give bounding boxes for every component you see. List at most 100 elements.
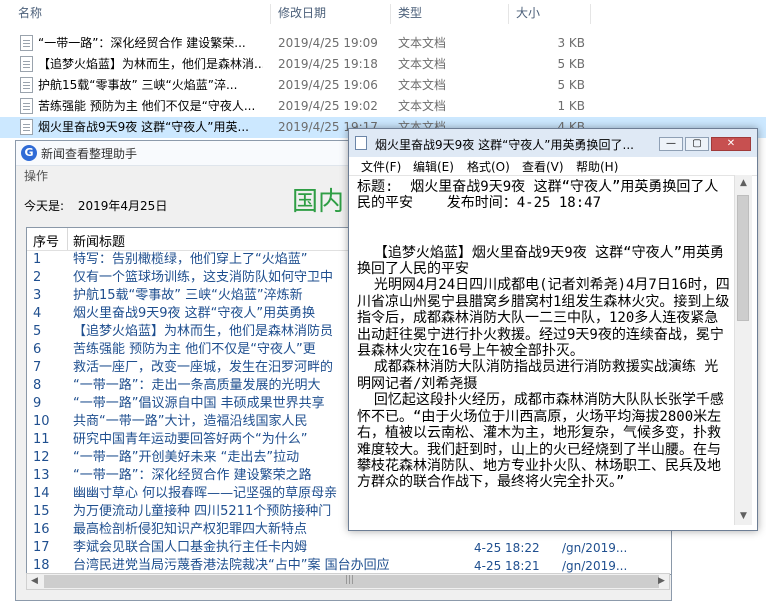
today-info: 今天是: 2019年4月25日 <box>24 197 167 214</box>
notepad-text-area[interactable]: 标题: 烟火里奋战9天9夜 这群“守夜人”用英勇换回了人民的平安 发布时间：4-… <box>357 179 732 524</box>
menu-edit[interactable]: 编辑(E) <box>413 158 454 175</box>
row-number: 3 <box>33 288 42 303</box>
file-date: 2019/4/25 19:06 <box>278 78 378 92</box>
column-divider[interactable] <box>67 228 68 250</box>
news-title: 救活一座厂，改变一座城，发生在汨罗河畔的 <box>73 360 334 375</box>
file-name: 护航15载“零事故” 三峡“火焰蓝”淬... <box>38 78 238 92</box>
column-type-header[interactable]: 类型 <box>398 0 422 26</box>
sort-up-icon: ^ <box>138 0 147 7</box>
close-button[interactable]: ✕ <box>711 137 751 151</box>
app-logo-icon: G <box>21 145 37 161</box>
news-title: 为万便流动儿童接种 四川5211个预防接种门 <box>73 504 332 519</box>
file-size: 3 KB <box>557 36 585 50</box>
news-title: 苦练强能 预防为主 他们不仅是“守夜人”更 <box>73 342 316 357</box>
column-title-header[interactable]: 新闻标题 <box>73 231 125 250</box>
file-name: 【追梦火焰蓝】为林而生，他们是森林消... <box>38 57 263 71</box>
today-label: 今天是: <box>24 199 65 213</box>
row-number: 4 <box>33 306 42 321</box>
minimize-button[interactable]: — <box>659 137 683 151</box>
menu-view[interactable]: 查看(V) <box>522 158 564 175</box>
row-number: 17 <box>33 540 50 555</box>
column-modified-header[interactable]: 修改日期 <box>278 0 326 26</box>
row-number: 13 <box>33 468 50 483</box>
row-number: 16 <box>33 522 50 537</box>
news-url: /gn/2019... <box>562 541 628 555</box>
file-date: 2019/4/25 19:18 <box>278 57 378 71</box>
scroll-grip-icon: ||| <box>345 575 355 585</box>
news-title: 共商“一带一路”大计，造福沿线国家人民 <box>73 414 308 429</box>
notepad-icon <box>355 136 367 150</box>
file-row[interactable]: “一带一路”：深化经贸合作 建设繁荣... 2019/4/25 19:09 文本… <box>0 33 766 54</box>
news-title: 烟火里奋战9天9夜 这群“守夜人”用英勇换 <box>73 306 316 321</box>
menu-file[interactable]: 文件(F) <box>361 158 401 175</box>
row-number: 14 <box>33 486 50 501</box>
news-title: 研究中国青年运动要回答好两个“为什么” <box>73 432 308 447</box>
news-title: “一带一路”开创美好未来 “走出去”拉动 <box>73 450 300 465</box>
file-type: 文本文档 <box>398 36 447 50</box>
today-value: 2019年4月25日 <box>77 199 168 213</box>
news-title: 李斌会见联合国人口基金执行主任卡内姆 <box>73 540 308 555</box>
text-file-icon <box>20 98 33 114</box>
helper-window-title: 新闻查看整理助手 <box>41 147 138 161</box>
menu-format[interactable]: 格式(O) <box>467 158 510 175</box>
file-name: 烟火里奋战9天9夜 这群“守夜人”用英... <box>38 120 249 134</box>
file-row[interactable]: 【追梦火焰蓝】为林而生，他们是森林消... 2019/4/25 19:18 文本… <box>0 54 766 75</box>
row-number: 7 <box>33 360 42 375</box>
file-type: 文本文档 <box>398 99 447 113</box>
row-number: 5 <box>33 324 42 339</box>
news-title: 仅有一个篮球场训练，这支消防队如何守卫中 <box>73 270 334 285</box>
scroll-right-icon[interactable]: ▶ <box>654 574 669 589</box>
text-file-icon <box>20 119 33 135</box>
text-file-icon <box>20 35 33 51</box>
row-number: 8 <box>33 378 42 393</box>
horizontal-scrollbar[interactable]: ◀ ||| ▶ <box>26 573 670 590</box>
file-date: 2019/4/25 19:02 <box>278 99 378 113</box>
maximize-button[interactable]: ▢ <box>685 137 709 151</box>
menu-help[interactable]: 帮助(H) <box>576 158 618 175</box>
column-name-header[interactable]: 名称 <box>18 0 42 26</box>
table-row[interactable]: 17 李斌会见联合国人口基金执行主任卡内姆 4-25 18:22/gn/2019..… <box>27 539 671 557</box>
file-size: 5 KB <box>557 57 585 71</box>
file-row[interactable]: 护航15载“零事故” 三峡“火焰蓝”淬... 2019/4/25 19:06 文… <box>0 75 766 96</box>
row-number: 1 <box>33 252 42 267</box>
news-title: 幽幽寸草心 何以报春晖——记坚强的草原母亲 <box>73 486 338 501</box>
news-title: 【追梦火焰蓝】为林而生，他们是森林消防员 <box>73 324 334 339</box>
file-name: “一带一路”：深化经贸合作 建设繁荣... <box>38 36 246 50</box>
column-no-header[interactable]: 序号 <box>33 231 59 250</box>
news-title: “一带一路”：走出一条高质量发展的光明大 <box>73 378 321 393</box>
file-size: 5 KB <box>557 78 585 92</box>
row-number: 6 <box>33 342 42 357</box>
notepad-menu-bar: 文件(F) 编辑(E) 格式(O) 查看(V) 帮助(H) <box>349 157 757 176</box>
row-number: 12 <box>33 450 50 465</box>
file-name: 苦练强能 预防为主 他们不仅是“守夜人... <box>38 99 256 113</box>
column-divider[interactable] <box>390 4 391 24</box>
vertical-scrollbar[interactable]: ▲ ▼ <box>734 175 752 525</box>
file-explorer: 名称 ^ 修改日期 类型 大小 “一带一路”：深化经贸合作 建设繁荣... 20… <box>0 0 766 142</box>
column-divider[interactable] <box>270 4 271 24</box>
text-file-icon <box>20 56 33 72</box>
news-title: “一带一路”：深化经贸合作 建设繁荣之路 <box>73 468 312 483</box>
scroll-down-icon[interactable]: ▼ <box>735 508 752 525</box>
row-number: 2 <box>33 270 42 285</box>
row-number: 15 <box>33 504 50 519</box>
file-type: 文本文档 <box>398 78 447 92</box>
notepad-title-bar[interactable]: 烟火里奋战9天9夜 这群“守夜人”用英勇换回了... — ▢ ✕ <box>349 129 757 157</box>
news-title: “一带一路”倡议源自中国 丰硕成果世界共享 <box>73 396 325 411</box>
file-type: 文本文档 <box>398 57 447 71</box>
scroll-up-icon[interactable]: ▲ <box>735 175 752 192</box>
news-title: 护航15载“零事故” 三峡“火焰蓝”淬炼新 <box>73 288 303 303</box>
scroll-thumb[interactable] <box>737 195 749 321</box>
column-divider[interactable] <box>590 4 591 24</box>
row-number: 11 <box>33 432 50 447</box>
text-file-icon <box>20 77 33 93</box>
explorer-header: 名称 ^ 修改日期 类型 大小 <box>0 0 766 26</box>
news-date: 4-25 18:22 <box>474 541 540 555</box>
scroll-left-icon[interactable]: ◀ <box>27 574 42 589</box>
file-row[interactable]: 苦练强能 预防为主 他们不仅是“守夜人... 2019/4/25 19:02 文… <box>0 96 766 117</box>
column-divider[interactable] <box>508 4 509 24</box>
column-size-header[interactable]: 大小 <box>516 0 540 26</box>
notepad-window-title: 烟火里奋战9天9夜 这群“守夜人”用英勇换回了... <box>375 138 634 152</box>
row-number: 9 <box>33 396 42 411</box>
menu-operate[interactable]: 操作 <box>24 167 48 184</box>
news-title: 最高检剖析侵犯知识产权犯罪四大新特点 <box>73 522 308 537</box>
